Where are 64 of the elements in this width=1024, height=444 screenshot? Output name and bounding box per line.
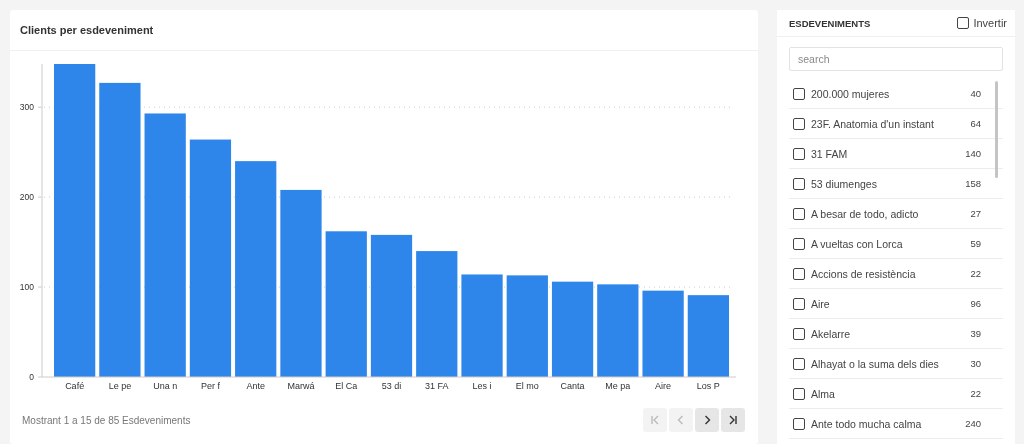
event-count: 40 xyxy=(970,88,981,99)
event-count: 140 xyxy=(965,148,981,159)
event-count: 22 xyxy=(970,268,981,279)
page-button[interactable] xyxy=(695,408,719,432)
axis-tick-label: Les i xyxy=(472,381,492,391)
checkbox[interactable] xyxy=(793,177,805,190)
checkbox-label: Invertir xyxy=(973,17,1007,29)
checkbox[interactable] xyxy=(793,417,805,430)
event-count: 96 xyxy=(970,298,981,309)
event-name: 200.000 mujeres xyxy=(811,87,891,100)
axis-tick-label: Los P xyxy=(696,381,720,391)
event-count: 64 xyxy=(970,118,981,129)
event-name: Ante todo mucha calma xyxy=(811,417,923,430)
axis-tick-label: Me pa xyxy=(605,381,631,391)
panel-title: ESDEVENIMENTS xyxy=(789,17,871,29)
event-count: 158 xyxy=(965,178,981,189)
page-button[interactable] xyxy=(721,408,745,432)
checkbox[interactable] xyxy=(793,237,805,250)
event-name: Alhayat o la suma dels dies xyxy=(811,357,940,370)
axis-tick-label: Le pe xyxy=(108,381,132,391)
event-count: 39 xyxy=(970,328,981,339)
event-count: 22 xyxy=(970,388,981,399)
event-name: A besar de todo, adicto xyxy=(811,207,920,220)
checkbox[interactable] xyxy=(793,267,805,280)
axis-tick-label: Marwá xyxy=(287,381,315,391)
axis-tick-label: Una n xyxy=(153,381,178,391)
axis-tick-label: Aire xyxy=(655,381,672,391)
scrollbar-thumb[interactable] xyxy=(995,81,998,178)
axis-tick-label: Canta xyxy=(560,381,585,391)
checkbox[interactable] xyxy=(793,117,805,130)
event-name: Alma xyxy=(811,387,836,400)
axis-tick-label: El Ca xyxy=(335,381,358,391)
checkbox[interactable] xyxy=(793,327,805,340)
checkbox[interactable] xyxy=(793,87,805,100)
checkbox[interactable] xyxy=(793,297,805,310)
event-count: 59 xyxy=(970,238,981,249)
event-count: 240 xyxy=(965,418,981,429)
checkbox[interactable] xyxy=(957,17,970,29)
pagination-summary: Mostrant 1 a 15 de 85 Esdeveniments xyxy=(22,414,191,426)
checkbox[interactable] xyxy=(793,387,805,400)
axis-tick-label: Café xyxy=(65,381,85,391)
event-name: Accions de resistència xyxy=(811,267,917,280)
axis-tick-label: 200 xyxy=(19,192,34,203)
axis-tick-label: 53 di xyxy=(381,381,402,391)
axis-tick-label: 300 xyxy=(19,102,34,113)
checkbox[interactable] xyxy=(793,357,805,370)
event-name: 31 FAM xyxy=(811,147,849,160)
axis-tick-label: Per f xyxy=(200,381,220,391)
event-name: 53 diumenges xyxy=(811,177,878,190)
event-count: 30 xyxy=(970,358,981,369)
axis-tick-label: Ante xyxy=(246,381,265,391)
card-title: Clients per esdeveniment xyxy=(20,24,154,36)
event-name: 23F. Anatomia d'un instant xyxy=(811,117,935,130)
event-name: Aire xyxy=(811,297,831,310)
event-count: 27 xyxy=(970,208,981,219)
axis-tick-label: 31 FA xyxy=(425,381,449,391)
search-field[interactable]: search xyxy=(789,47,1003,71)
axis-tick-label: 0 xyxy=(29,372,34,382)
event-name: Akelarre xyxy=(811,327,852,340)
checkbox[interactable] xyxy=(793,207,805,220)
axis-tick-label: 100 xyxy=(19,282,34,293)
event-name: A vueltas con Lorca xyxy=(811,237,904,250)
axis-tick-label: El mo xyxy=(515,381,539,391)
checkbox[interactable] xyxy=(793,147,805,160)
